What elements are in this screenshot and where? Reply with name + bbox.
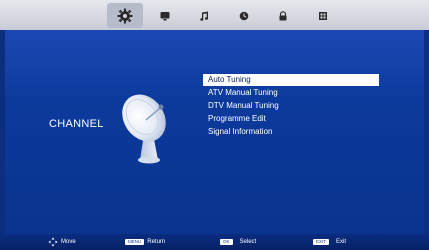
clock-icon (239, 11, 249, 20)
hint-exit-text: Exit (336, 239, 347, 245)
menu-item-auto-tuning[interactable]: Auto Tuning (203, 74, 379, 86)
tv-icon (160, 11, 170, 20)
menu-item-dtv-manual-tuning[interactable]: DTV Manual Tuning (203, 100, 379, 112)
hint-move-text: Move (61, 239, 76, 245)
page-title: CHANNEL (49, 118, 104, 130)
gear-icon (117, 8, 133, 23)
tv-menu-screen: CHANNEL Auto Tuning ATV Manual Tuning DT… (0, 0, 429, 250)
menu-item-atv-manual-tuning[interactable]: ATV Manual Tuning (203, 87, 379, 99)
app-grid-icon (319, 11, 327, 20)
hint-return-text: Return (147, 239, 166, 245)
hint-select-text: Select (239, 239, 257, 245)
left-edge (0, 0, 5, 250)
hint-bar: Move MENU Return OK Select EXIT Exit (0, 234, 429, 250)
right-edge (424, 0, 429, 250)
lock-icon (279, 10, 287, 20)
hint-return: MENU Return (125, 237, 165, 247)
menu-key-badge: MENU (125, 239, 145, 245)
tab-lock[interactable] (265, 3, 301, 28)
hint-exit: EXIT Exit (313, 237, 346, 247)
tab-channel[interactable] (107, 3, 143, 28)
music-note-icon (200, 11, 208, 21)
move-arrows-icon (48, 237, 58, 247)
top-menu-bar (0, 0, 429, 30)
hint-move: Move (48, 237, 76, 247)
menu-item-signal-information[interactable]: Signal Information (203, 126, 379, 138)
exit-key-badge: EXIT (313, 239, 330, 245)
hint-select: OK Select (220, 237, 256, 247)
tab-setup[interactable] (305, 3, 341, 28)
tab-sound[interactable] (186, 3, 222, 28)
tab-picture[interactable] (147, 3, 183, 28)
satellite-dish-icon (118, 90, 178, 165)
channel-menu: Auto Tuning ATV Manual Tuning DTV Manual… (203, 74, 379, 139)
ok-key-badge: OK (220, 239, 233, 245)
menu-item-programme-edit[interactable]: Programme Edit (203, 113, 379, 125)
tab-time[interactable] (226, 3, 262, 28)
